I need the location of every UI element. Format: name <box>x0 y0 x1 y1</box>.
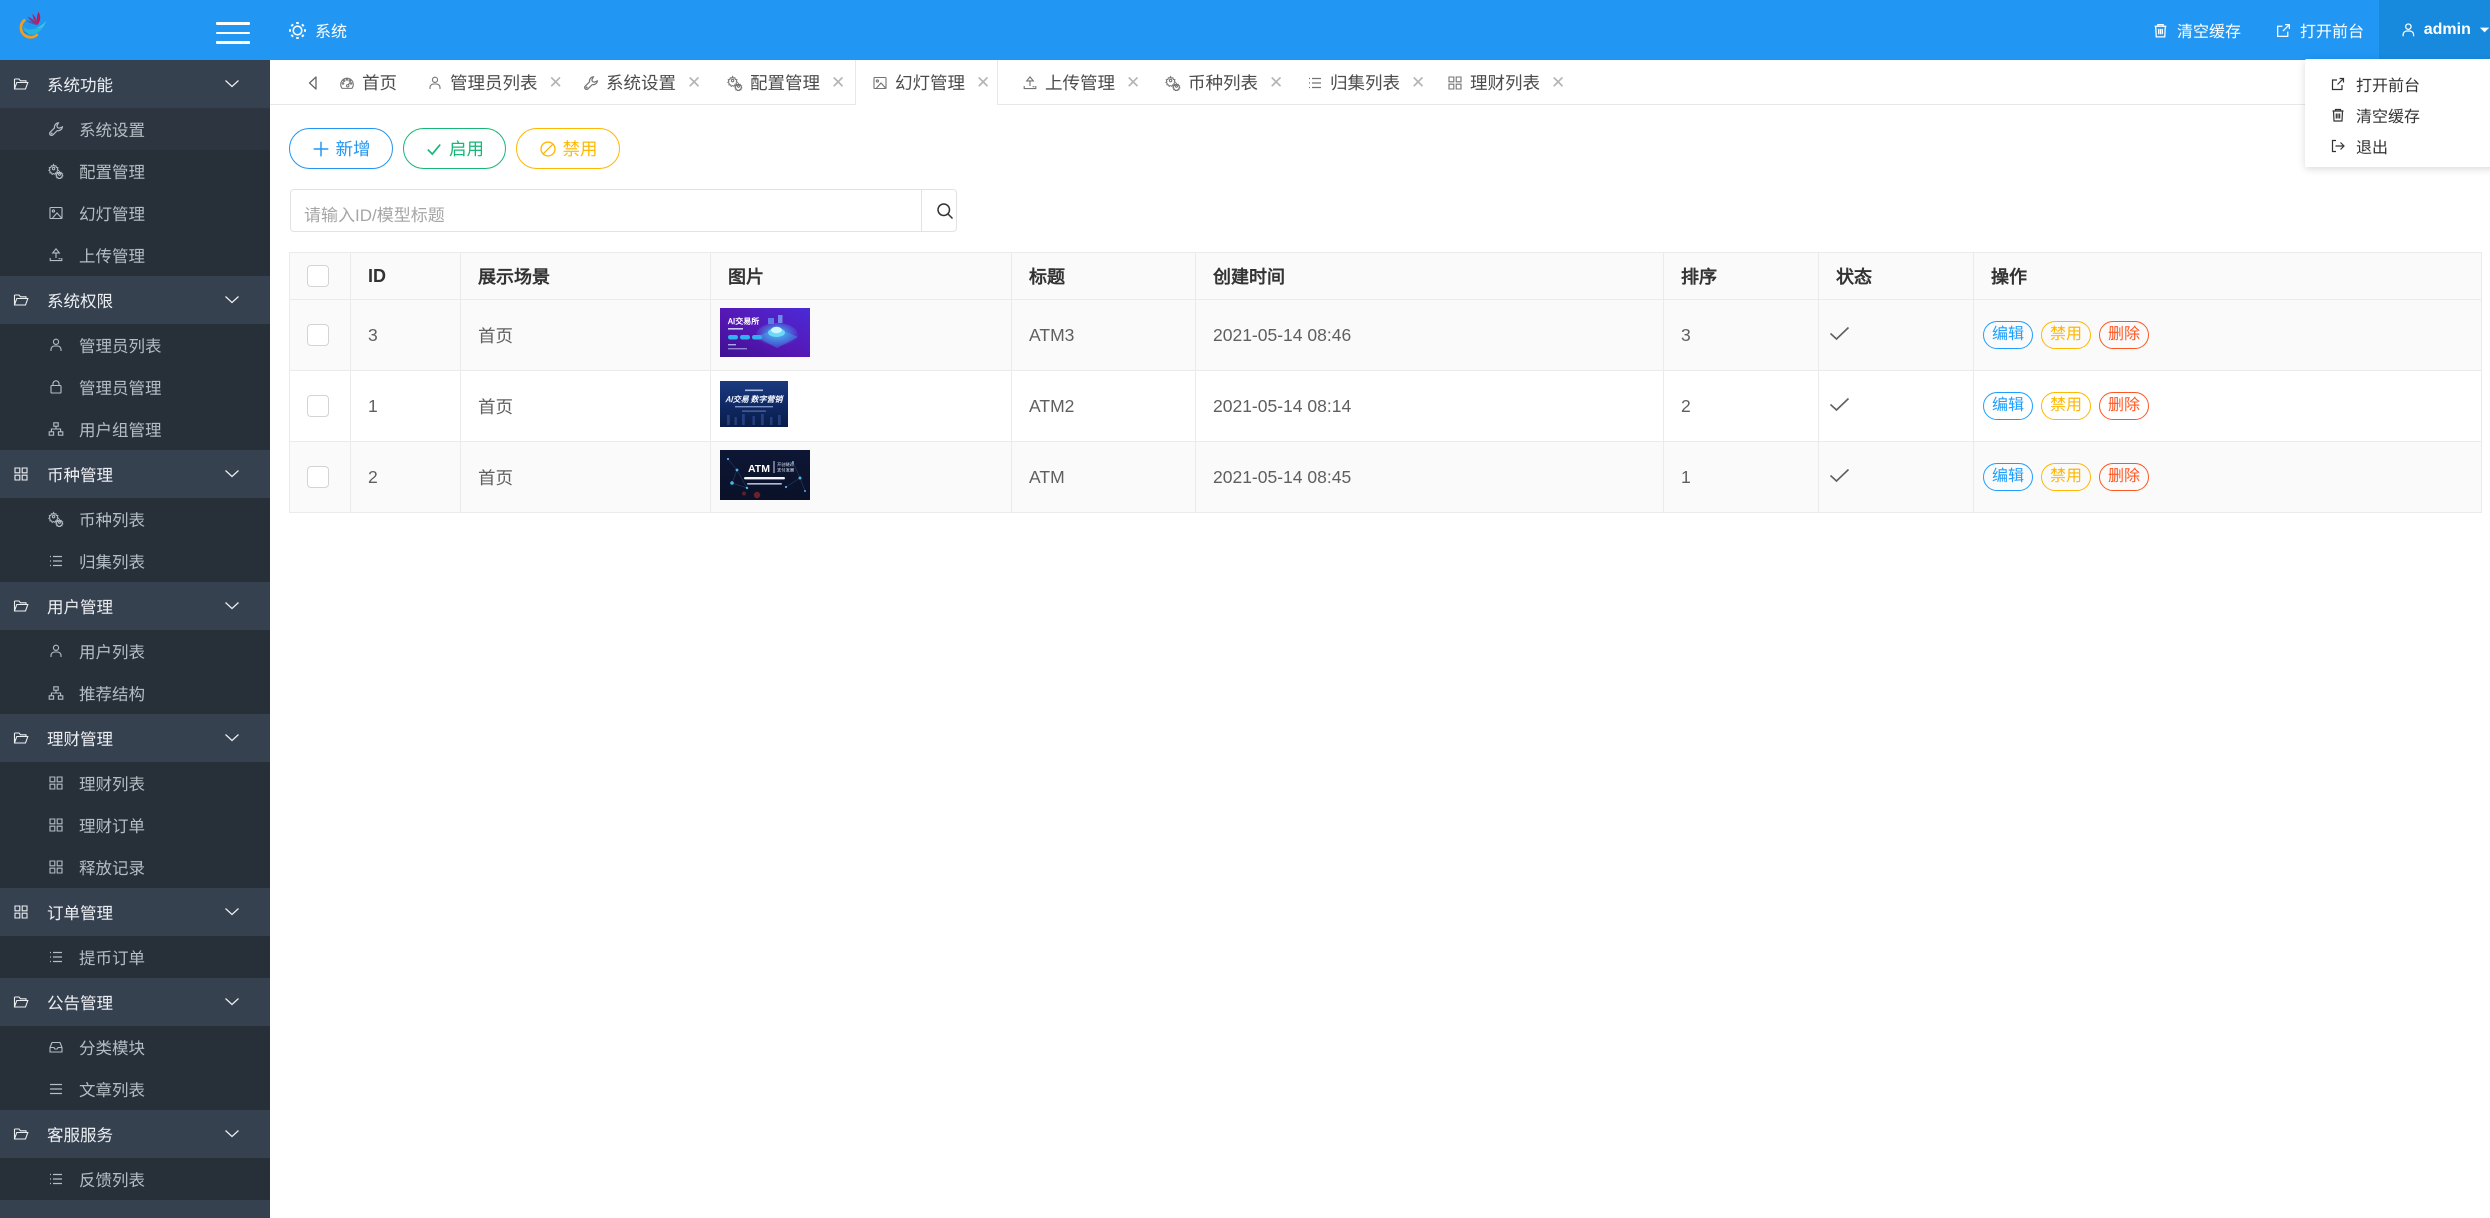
svg-text:AI交易所: AI交易所 <box>727 316 759 327</box>
svg-text:AI交易 数字营销: AI交易 数字营销 <box>725 394 785 405</box>
svg-text:支付发展: 支付发展 <box>777 467 795 473</box>
svg-text:ATM: ATM <box>748 463 770 475</box>
